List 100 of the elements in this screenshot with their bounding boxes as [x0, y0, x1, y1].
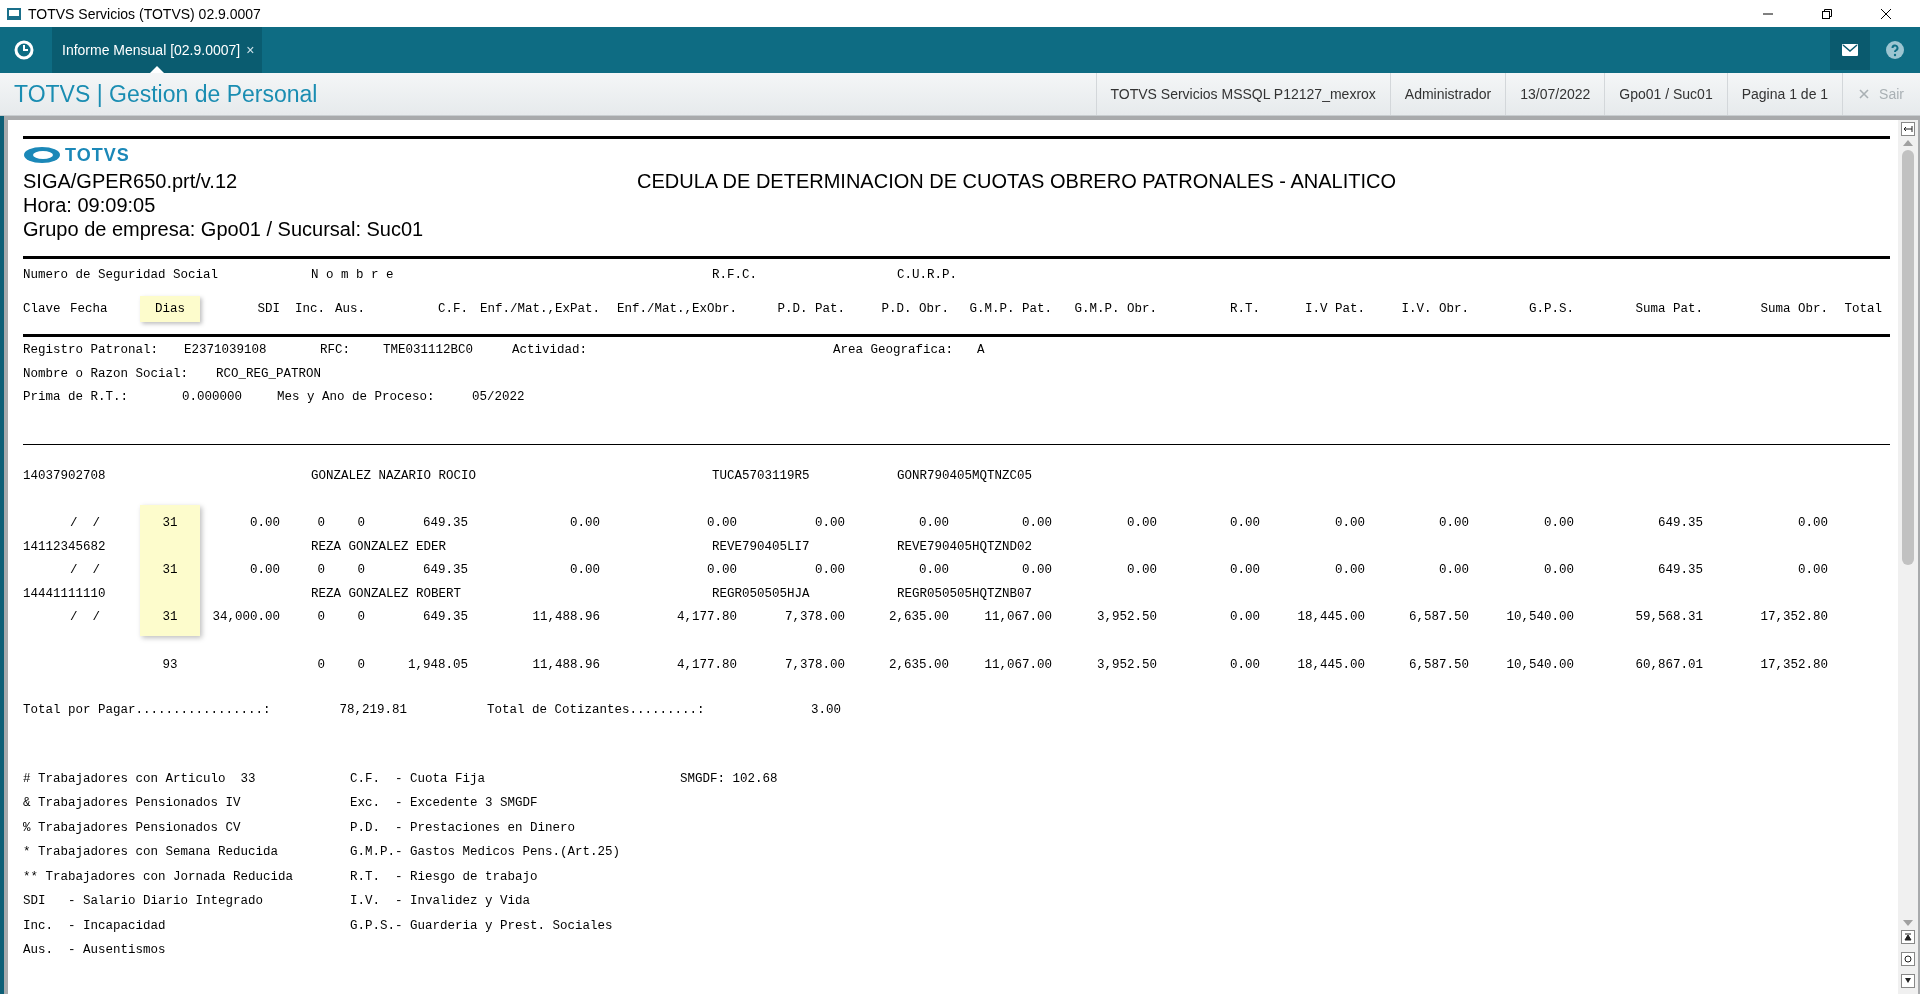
table-cell-text: 0.00	[1543, 515, 1574, 532]
tab-pointer-icon	[150, 66, 165, 73]
field-value: E2371039108	[184, 342, 268, 359]
tab-close[interactable]: ×	[246, 42, 255, 58]
help-icon[interactable]	[1886, 41, 1904, 59]
table-cell-text: 7,378.00	[784, 609, 845, 626]
logo-text: TOTVS	[65, 144, 130, 166]
table-cell-text: 0.00	[1229, 609, 1260, 626]
header-info: Administrador	[1389, 73, 1506, 115]
restore-icon[interactable]	[1821, 7, 1833, 20]
column-heading: G.M.P. Obr.	[1073, 302, 1157, 316]
column-heading: Dias	[140, 296, 200, 322]
table-cell-text: 11,488.96	[531, 609, 600, 626]
table-cell-text: 10,540.00	[1505, 656, 1574, 674]
table-cell-text: 18,445.00	[1296, 609, 1365, 626]
legend-text: R.T. - Riesgo de trabajo	[350, 868, 539, 886]
scroll-thumb[interactable]	[1902, 150, 1914, 565]
close-icon	[1859, 89, 1870, 99]
column-heading: P.D. Pat.	[776, 302, 845, 316]
table-cell-text: 7,378.00	[784, 656, 845, 674]
table-cell-text: 11,488.96	[531, 656, 600, 674]
table-cell-text: 0	[316, 562, 325, 579]
table-cell-text: 11,067.00	[983, 656, 1052, 674]
legend-text: SDI - Salario Diario Integrado	[23, 893, 265, 910]
collapse-icon[interactable]	[1901, 122, 1915, 136]
column-heading: Enf./Mat.,ExPat.	[478, 302, 600, 316]
table-cell-text: REZA GONZALEZ EDER	[311, 538, 448, 556]
field-label: Total de Cotizantes.........:	[487, 702, 706, 719]
column-heading: SDI	[256, 302, 280, 316]
table-cell-text: 0	[316, 515, 325, 532]
column-heading: Suma Obr.	[1759, 302, 1828, 316]
table-cell-text: 14112345682	[23, 538, 107, 556]
header-info: Gpo01 / Suc01	[1604, 73, 1727, 115]
field-label: Actividad:	[512, 342, 588, 359]
app-title: TOTVS | Gestion de Personal	[14, 80, 318, 108]
legend-text: C.F. - Cuota Fija	[350, 770, 487, 788]
column-heading: C.F.	[437, 302, 468, 316]
table-cell-text: 0.00	[1334, 515, 1365, 532]
field-value: 3.00	[810, 702, 841, 719]
field-label: Mes y Ano de Proceso:	[277, 389, 436, 406]
column-heading: P.D. Obr.	[880, 302, 949, 316]
field-label: Registro Patronal:	[23, 342, 160, 359]
table-cell-text: REZA GONZALEZ ROBERT	[311, 585, 463, 603]
tab-label: Informe Mensual [02.9.0007]	[62, 42, 241, 58]
table-cell-text: 1,948.05	[407, 656, 468, 674]
table-cell-text: 6,587.50	[1408, 609, 1469, 626]
table-cell-text: 4,177.80	[676, 609, 737, 626]
window-title: TOTVS Servicios (TOTVS) 02.9.0007	[28, 5, 261, 22]
field-value: 0.000000	[182, 389, 243, 406]
legend-text: G.M.P.- Gastos Medicos Pens.(Art.25)	[350, 844, 622, 861]
table-cell-text: REVE790405LI7	[712, 538, 811, 556]
table-cell-text: 34,000.00	[211, 609, 280, 626]
report-title: CEDULA DE DETERMINACION DE CUOTAS OBRERO PATRONALES - ANALITICO	[637, 169, 1396, 194]
last-page-icon[interactable]	[1901, 974, 1915, 988]
column-heading: G.P.S.	[1528, 302, 1574, 316]
field-value: 05/2022	[472, 389, 526, 406]
column-heading: I.V Pat.	[1304, 302, 1365, 316]
table-cell-text: 2,635.00	[888, 656, 949, 674]
table-cell-text: 0.00	[918, 515, 949, 532]
table-cell-text: 0.00	[814, 515, 845, 532]
table-cell-text: 0.00	[1438, 515, 1469, 532]
table-cell-text: REGR050505HQTZNB07	[897, 585, 1034, 603]
table-cell-text: 0	[356, 609, 365, 626]
table-cell-text: REVE790405HQTZND02	[897, 538, 1034, 556]
legend-text: & Trabajadores Pensionados IV	[23, 795, 242, 812]
first-page-icon[interactable]	[1901, 930, 1915, 944]
legend-text: * Trabajadores con Semana Reducida	[23, 844, 280, 861]
table-cell-text: / /	[70, 515, 101, 532]
field-value: TME031112BC0	[383, 342, 474, 359]
table-cell-text: 0.00	[814, 562, 845, 579]
tab[interactable]: Informe Mensual [02.9.0007] ×	[52, 27, 263, 73]
field-label: RFC:	[320, 342, 351, 359]
company-group: Grupo de empresa: Gpo01 / Sucursal: Suc01	[23, 217, 637, 241]
zoom-icon[interactable]	[1901, 952, 1915, 966]
table-cell-text: 0.00	[706, 515, 737, 532]
legend-text: G.P.S.- Guarderia y Prest. Sociales	[350, 917, 614, 935]
table-cell-text: 0.00	[249, 562, 280, 579]
app-icon	[6, 5, 22, 22]
legend-text: # Trabajadores con Articulo 33	[23, 770, 257, 788]
column-heading: Enf./Mat.,ExObr.	[615, 302, 737, 316]
column-heading: Inc.	[294, 302, 325, 316]
field-value: A	[977, 342, 986, 359]
column-heading: G.M.P. Pat.	[968, 302, 1052, 316]
field-label: Area Geografica:	[833, 342, 955, 359]
column-heading: Aus.	[334, 302, 365, 316]
column-heading: N o m b r e	[311, 267, 395, 284]
table-cell-text: 17,352.80	[1759, 656, 1828, 674]
table-cell-text: GONZALEZ NAZARIO ROCIO	[311, 467, 478, 485]
close-icon[interactable]	[1880, 7, 1892, 20]
mail-button[interactable]	[1830, 30, 1870, 70]
table-cell-text: 649.35	[1657, 562, 1703, 579]
scrollbar[interactable]	[1898, 120, 1918, 994]
legend-text: Aus. - Ausentismos	[23, 942, 167, 959]
column-heading: Suma Pat.	[1634, 302, 1703, 316]
table-cell-text: 93	[161, 656, 179, 674]
table-cell-text: 31	[161, 562, 179, 579]
table-cell-text: 0.00	[249, 515, 280, 532]
table-cell-text: / /	[70, 609, 101, 626]
table-cell-text: 17,352.80	[1759, 609, 1828, 626]
column-heading: C.U.R.P.	[897, 267, 958, 284]
